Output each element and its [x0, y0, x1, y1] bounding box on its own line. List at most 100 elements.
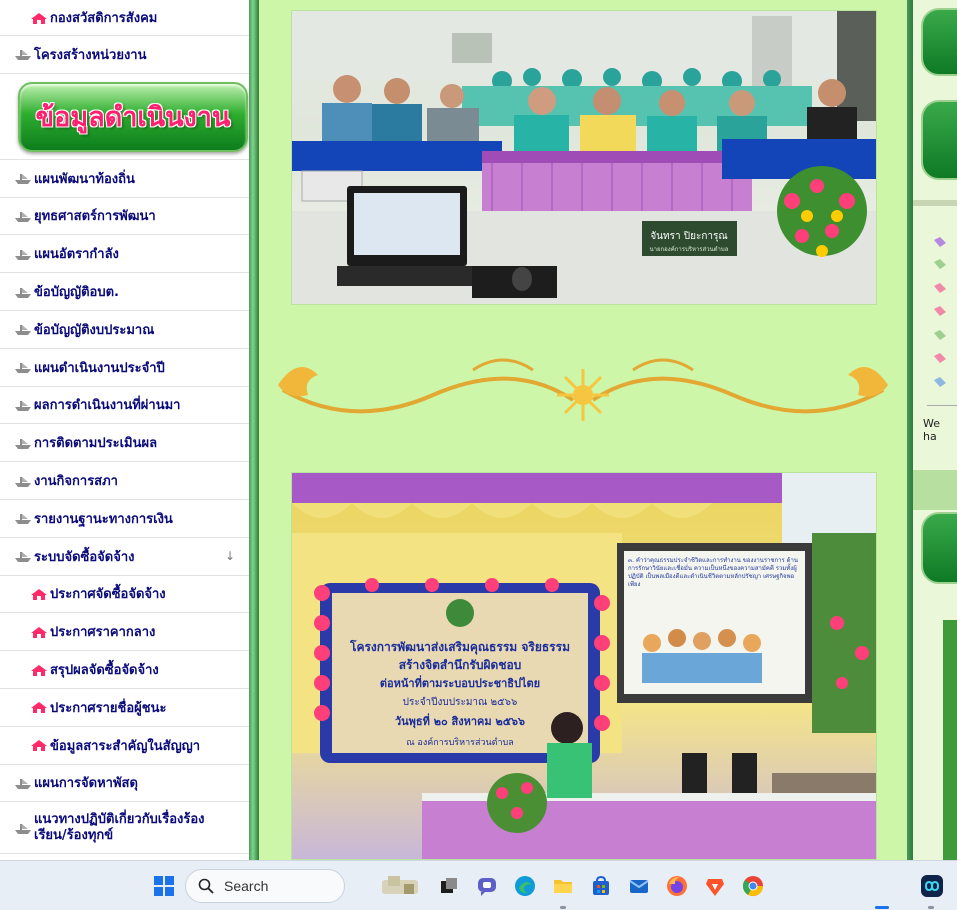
- widgets-icon: [382, 876, 418, 894]
- expand-arrow-icon[interactable]: ↓: [225, 549, 235, 563]
- ship-icon: [15, 476, 31, 487]
- sidebar-item-label: กองสวัสดิการสังคม: [50, 11, 158, 26]
- sidebar-item-label: แผนดำเนินงานประจำปี: [34, 360, 165, 376]
- sidebar-item-label: แนวทางปฏิบัติเกี่ยวกับเรื่องร้องเรียน/ร้…: [34, 811, 205, 843]
- house-icon: [31, 740, 47, 752]
- task-view-icon: [441, 878, 457, 893]
- sidebar-item-budget-ordinance[interactable]: ข้อบัญญัติงบประมาณ: [0, 311, 249, 349]
- sidebar-divider: [249, 0, 259, 860]
- sidebar-item-label: ระบบจัดซื้อจัดจ้าง: [34, 549, 135, 565]
- right-widget-tab-1[interactable]: [921, 8, 957, 76]
- mail-button[interactable]: [623, 870, 655, 902]
- ship-icon: [15, 823, 31, 834]
- right-separator: [913, 200, 957, 206]
- chrome-button[interactable]: [737, 870, 769, 902]
- sidebar-item-procurement[interactable]: ระบบจัดซื้อจัดจ้าง ↓: [0, 538, 249, 576]
- app-button[interactable]: [916, 870, 948, 902]
- start-button[interactable]: [148, 870, 180, 902]
- brave-icon: [706, 879, 724, 896]
- sidebar-item-label: งานกิจการสภา: [34, 474, 118, 490]
- section-title: ข้อมูลดำเนินงาน: [35, 102, 231, 134]
- taskbar-search-box[interactable]: Search: [185, 869, 345, 903]
- task-view-button[interactable]: [433, 870, 465, 902]
- sidebar-item-label: ประกาศราคากลาง: [50, 625, 156, 641]
- ship-icon: [15, 50, 31, 61]
- search-icon: [198, 878, 214, 894]
- edge-icon: [515, 876, 535, 896]
- file-explorer-button[interactable]: [547, 870, 579, 902]
- sidebar-item-annual-plan[interactable]: แผนดำเนินงานประจำปี: [0, 349, 249, 387]
- right-band: [913, 470, 957, 510]
- sidebar-item-past-results[interactable]: ผลการดำเนินงานที่ผ่านมา: [0, 387, 249, 425]
- sidebar-item-evaluation[interactable]: การติดตามประเมินผล: [0, 424, 249, 463]
- mail-icon: [629, 880, 649, 893]
- sidebar-item-label: โครงสร้างหน่วยงาน: [34, 47, 147, 63]
- sidebar-item-label: สรุปผลจัดซื้อจัดจ้าง: [50, 663, 159, 679]
- ship-icon: [15, 552, 31, 563]
- right-column: We ha: [913, 0, 957, 860]
- main-content: จันทรา ปิยะการุณ นายกองค์การบริหารส่วนตำ…: [259, 0, 907, 860]
- tag-icon: [934, 283, 946, 293]
- right-fragment-text: We ha: [923, 417, 940, 443]
- sidebar-item-local-dev-plan[interactable]: แผนพัฒนาท้องถิ่น: [0, 160, 249, 198]
- sidebar-item-label: แผนพัฒนาท้องถิ่น: [34, 171, 135, 187]
- ship-icon: [15, 438, 31, 449]
- firefox-icon: [667, 876, 687, 896]
- sidebar-item-dev-strategy[interactable]: ยุทธศาสตร์การพัฒนา: [0, 198, 249, 236]
- seminar-photo-illustration: โครงการพัฒนาส่งเสริมคุณธรรม จริยธรรม สร้…: [292, 473, 876, 859]
- news-widget-button[interactable]: [378, 870, 422, 902]
- banner-line-3: ต่อหน้าที่ตามระบอบประชาธิปไตย: [380, 675, 540, 690]
- sidebar-item-label: ยุทธศาสตร์การพัฒนา: [34, 209, 156, 225]
- edge-button[interactable]: [509, 870, 541, 902]
- meeting-photo[interactable]: จันทรา ปิยะการุณ นายกองค์การบริหารส่วนตำ…: [291, 10, 877, 305]
- sidebar-subitem-contract-info[interactable]: ข้อมูลสาระสำคัญในสัญญา: [0, 727, 249, 765]
- sidebar-item-manpower-plan[interactable]: แผนอัตรากำลัง: [0, 235, 249, 274]
- section-header-operations: ข้อมูลดำเนินงาน: [0, 74, 249, 160]
- meeting-photo-illustration: จันทรา ปิยะการุณ นายกองค์การบริหารส่วนตำ…: [292, 11, 876, 304]
- sidebar-item-label: ข้อมูลสาระสำคัญในสัญญา: [50, 738, 201, 754]
- tag-icon: [934, 330, 946, 340]
- sidebar-item-org-structure[interactable]: โครงสร้างหน่วยงาน: [0, 36, 249, 74]
- ship-icon: [15, 211, 31, 222]
- house-icon: [31, 12, 47, 24]
- sidebar-item-label: ประกาศจัดซื้อจัดจ้าง: [50, 587, 166, 603]
- section-header-badge: ข้อมูลดำเนินงาน: [18, 81, 248, 152]
- sidebar-subitem-procurement-summary[interactable]: สรุปผลจัดซื้อจัดจ้าง: [0, 651, 249, 689]
- store-button[interactable]: [585, 870, 617, 902]
- sidebar-item-label: ประกาศรายชื่อผู้ชนะ: [50, 700, 167, 716]
- ship-icon: [15, 778, 31, 789]
- sidebar-item-social-welfare[interactable]: กองสวัสดิการสังคม: [0, 0, 249, 36]
- ship-icon: [15, 287, 31, 298]
- ship-icon: [15, 400, 31, 411]
- running-indicator: [928, 906, 934, 909]
- teams-chat-button[interactable]: [471, 870, 503, 902]
- right-widget-tab-2[interactable]: [921, 100, 957, 180]
- ship-icon: [15, 249, 31, 260]
- folder-icon: [554, 880, 572, 893]
- sidebar-item-council-affairs[interactable]: งานกิจการสภา: [0, 462, 249, 500]
- active-indicator: [875, 906, 889, 909]
- taskbar: Search: [0, 860, 957, 910]
- tag-icon: [934, 377, 946, 387]
- running-indicator: [560, 906, 566, 909]
- search-placeholder: Search: [224, 878, 269, 894]
- banner-line-4: ประจำปีงบประมาณ ๒๕๖๖: [403, 696, 518, 708]
- sidebar-item-label: แผนอัตรากำลัง: [34, 247, 119, 263]
- sidebar-item-financial-report[interactable]: รายงานฐานะทางการเงิน: [0, 500, 249, 538]
- banner-line-1: โครงการพัฒนาส่งเสริมคุณธรรม จริยธรรม: [349, 639, 570, 655]
- sidebar-subitem-procurement-notice[interactable]: ประกาศจัดซื้อจัดจ้าง: [0, 576, 249, 614]
- sidebar-subitem-median-price[interactable]: ประกาศราคากลาง: [0, 613, 249, 652]
- chat-icon: [478, 878, 496, 896]
- sidebar-item-supply-plan[interactable]: แผนการจัดหาพัสดุ: [0, 765, 249, 803]
- sidebar-subitem-winners[interactable]: ประกาศรายชื่อผู้ชนะ: [0, 689, 249, 727]
- seminar-photo[interactable]: โครงการพัฒนาส่งเสริมคุณธรรม จริยธรรม สร้…: [291, 472, 877, 860]
- sidebar-menu: กองสวัสดิการสังคม โครงสร้างหน่วยงาน ข้อม…: [0, 0, 249, 860]
- firefox-button[interactable]: [661, 870, 693, 902]
- house-icon: [31, 702, 47, 714]
- sidebar-item-label: ผลการดำเนินงานที่ผ่านมา: [34, 398, 181, 414]
- right-widget-tab-3[interactable]: [921, 512, 957, 584]
- banner-line-2: สร้างจิตสำนึกรับผิดชอบ: [399, 658, 522, 672]
- sidebar-item-complaint-guidelines[interactable]: แนวทางปฏิบัติเกี่ยวกับเรื่องร้องเรียน/ร้…: [0, 802, 249, 855]
- sidebar-item-ordinance[interactable]: ข้อบัญญัติอบต.: [0, 273, 249, 311]
- brave-button[interactable]: [699, 870, 731, 902]
